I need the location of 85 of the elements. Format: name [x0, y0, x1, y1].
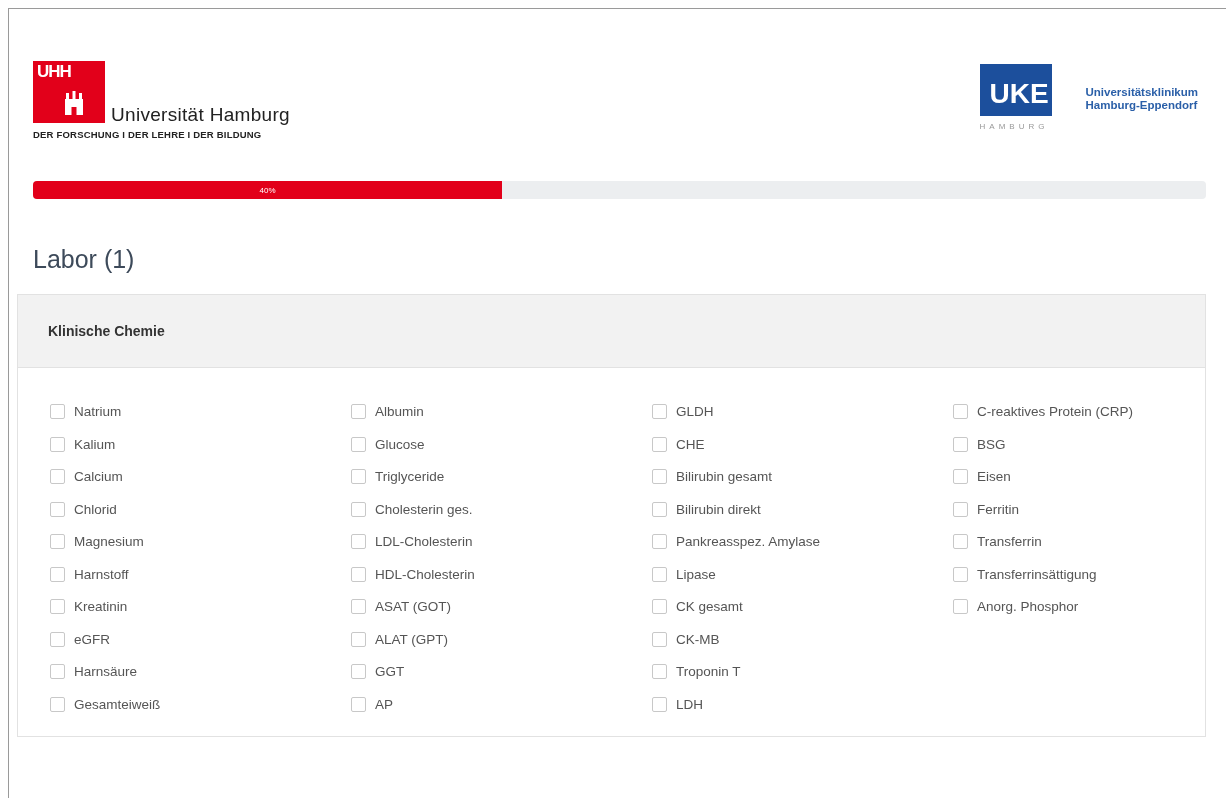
university-name: Universität Hamburg — [111, 104, 290, 126]
checkbox-label[interactable]: Natrium — [74, 404, 122, 420]
clinic-name: Universitätsklinikum — [1085, 86, 1198, 100]
checkbox-label[interactable]: Magnesium — [74, 534, 144, 550]
checkbox[interactable] — [652, 696, 667, 712]
checkbox-label[interactable]: Bilirubin direkt — [676, 501, 761, 517]
checkbox[interactable] — [953, 566, 968, 582]
checkbox-label[interactable]: Harnsäure — [74, 664, 138, 680]
checkbox[interactable] — [351, 404, 366, 420]
checkbox[interactable] — [953, 436, 968, 452]
checkbox[interactable] — [50, 664, 65, 680]
checkbox-label[interactable]: GGT — [375, 664, 405, 680]
checkbox-label[interactable]: BSG — [977, 436, 1006, 452]
university-tagline: DER FORSCHUNG I DER LEHRE I DER BILDUNG — [33, 129, 263, 140]
checkbox-label[interactable]: Albumin — [375, 404, 424, 420]
checkbox[interactable] — [50, 404, 65, 420]
checkbox-label[interactable]: Harnstoff — [74, 566, 129, 582]
checkbox-label[interactable]: LDH — [676, 696, 703, 712]
checkbox-label[interactable]: Calcium — [74, 469, 123, 485]
checkbox[interactable] — [652, 436, 667, 452]
checkbox-label[interactable]: Ferritin — [977, 501, 1019, 517]
checkbox[interactable] — [50, 631, 65, 647]
checkbox-label[interactable]: GLDH — [676, 404, 714, 420]
progress-label: 40% — [259, 185, 276, 195]
logo-mark: UHH — [37, 62, 71, 82]
checkbox-label[interactable]: Lipase — [676, 566, 716, 582]
checkbox-label[interactable]: Troponin T — [676, 664, 741, 680]
checkbox[interactable] — [50, 436, 65, 452]
checkbox-label[interactable]: ALAT (GPT) — [375, 631, 448, 647]
checkbox[interactable] — [652, 404, 667, 420]
checkbox[interactable] — [652, 501, 667, 517]
checkbox-label[interactable]: Chlorid — [74, 501, 117, 517]
checkbox-label[interactable]: Eisen — [977, 469, 1011, 485]
checkbox-label[interactable]: Anorg. Phosphor — [977, 599, 1079, 615]
checkbox-label[interactable]: Cholesterin ges. — [375, 501, 473, 517]
checkbox-label[interactable]: Glucose — [375, 436, 425, 452]
checkbox[interactable] — [652, 566, 667, 582]
checkbox[interactable] — [50, 696, 65, 712]
checkbox[interactable] — [351, 534, 366, 550]
checkbox-label[interactable]: Pankreasspez. Amylase — [676, 534, 821, 550]
checkbox[interactable] — [351, 469, 366, 485]
checkbox[interactable] — [652, 534, 667, 550]
checkbox[interactable] — [652, 664, 667, 680]
logo-city: HAMBURG — [979, 122, 1050, 131]
checkbox-label[interactable]: Transferrin — [977, 534, 1042, 550]
checkbox[interactable] — [351, 664, 366, 680]
checkbox-label[interactable]: Triglyceride — [375, 469, 445, 485]
checkbox-label[interactable]: eGFR — [74, 631, 110, 647]
checkbox-label[interactable]: CK-MB — [676, 631, 720, 647]
checkbox[interactable] — [953, 469, 968, 485]
checkbox-label[interactable]: Transferrinsättigung — [977, 566, 1097, 582]
checkbox[interactable] — [953, 534, 968, 550]
checkbox[interactable] — [351, 696, 366, 712]
checkbox[interactable] — [50, 534, 65, 550]
checkbox[interactable] — [50, 501, 65, 517]
checkbox-label[interactable]: CHE — [676, 436, 705, 452]
checkbox-label[interactable]: ASAT (GOT) — [375, 599, 451, 615]
checkbox[interactable] — [652, 631, 667, 647]
castle-icon — [64, 91, 84, 115]
checkbox[interactable] — [652, 469, 667, 485]
checkbox[interactable] — [351, 631, 366, 647]
checkbox[interactable] — [652, 599, 667, 615]
checkbox[interactable] — [351, 566, 366, 582]
checkbox-label[interactable]: Gesamteiweiß — [74, 696, 161, 712]
checkbox-label[interactable]: Bilirubin gesamt — [676, 469, 773, 485]
checkbox-label[interactable]: CK gesamt — [676, 599, 743, 615]
checkbox[interactable] — [351, 501, 366, 517]
logo-mark: UKE — [989, 80, 1049, 108]
checkbox-label[interactable]: C-reaktives Protein (CRP) — [977, 404, 1134, 420]
checkbox[interactable] — [351, 436, 366, 452]
checkbox[interactable] — [953, 599, 968, 615]
checkbox[interactable] — [50, 566, 65, 582]
checkbox-label[interactable]: Kreatinin — [74, 599, 128, 615]
checkbox[interactable] — [953, 501, 968, 517]
checkbox[interactable] — [953, 404, 968, 420]
clinic-name: Hamburg-Eppendorf — [1085, 99, 1198, 113]
checkbox[interactable] — [50, 469, 65, 485]
checkbox-label[interactable]: LDL-Cholesterin — [375, 534, 473, 550]
checkbox[interactable] — [50, 599, 65, 615]
panel-title: Klinische Chemie — [48, 323, 165, 339]
checkbox-label[interactable]: Kalium — [74, 436, 116, 452]
checkbox-label[interactable]: AP — [375, 696, 393, 712]
page-title: Labor (1) — [33, 245, 136, 274]
checkbox-label[interactable]: HDL-Cholesterin — [375, 566, 475, 582]
checkbox[interactable] — [351, 599, 366, 615]
